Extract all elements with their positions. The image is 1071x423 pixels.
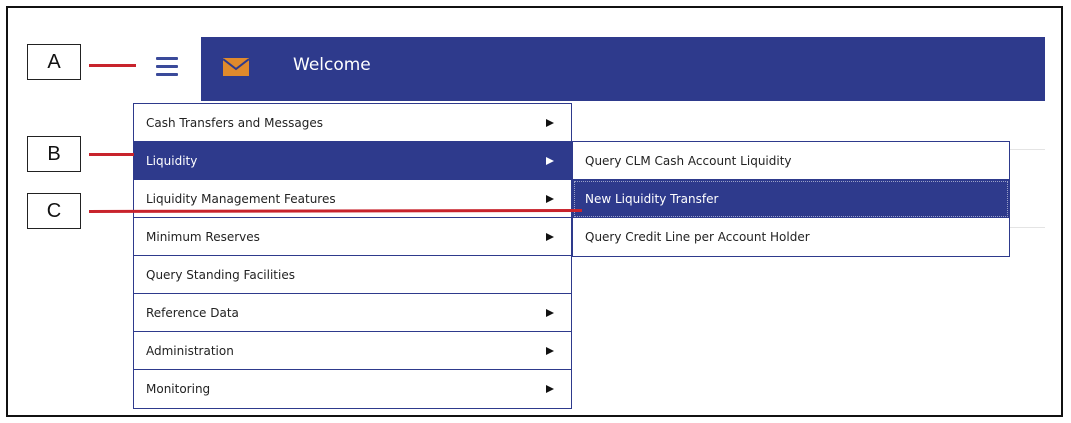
menu-item-label: Query Standing Facilities bbox=[146, 267, 295, 282]
callout-a: A bbox=[27, 44, 81, 80]
submenu-item-label: Query CLM Cash Account Liquidity bbox=[585, 153, 792, 168]
menu-item-label: Administration bbox=[146, 343, 234, 358]
submenu-arrow-icon bbox=[546, 118, 554, 127]
envelope-icon[interactable] bbox=[223, 56, 249, 78]
menu-item-label: Monitoring bbox=[146, 382, 211, 396]
submenu-item-label: Query Credit Line per Account Holder bbox=[585, 230, 810, 244]
menu-item-liquidity[interactable]: Liquidity bbox=[134, 142, 571, 180]
menu-item-label: Reference Data bbox=[146, 305, 239, 320]
liquidity-submenu: Query CLM Cash Account Liquidity New Liq… bbox=[572, 141, 1010, 257]
callout-b: B bbox=[27, 136, 81, 172]
menu-item-reference-data[interactable]: Reference Data bbox=[134, 294, 571, 332]
callout-a-pointer bbox=[89, 64, 136, 67]
menu-item-minimum-reserves[interactable]: Minimum Reserves bbox=[134, 218, 571, 256]
menu-item-label: Minimum Reserves bbox=[146, 229, 260, 244]
submenu-arrow-icon bbox=[546, 156, 554, 165]
submenu-item-new-liquidity-transfer[interactable]: New Liquidity Transfer bbox=[573, 180, 1009, 218]
submenu-arrow-icon bbox=[546, 194, 554, 203]
menu-item-monitoring[interactable]: Monitoring bbox=[134, 370, 571, 408]
callout-c: C bbox=[27, 193, 81, 229]
submenu-item-label: New Liquidity Transfer bbox=[585, 191, 719, 206]
menu-item-label: Liquidity bbox=[146, 153, 198, 168]
submenu-item-query-clm-liquidity[interactable]: Query CLM Cash Account Liquidity bbox=[573, 142, 1009, 180]
menu-item-cash-transfers[interactable]: Cash Transfers and Messages bbox=[134, 104, 571, 142]
page-title: Welcome bbox=[293, 55, 371, 75]
submenu-arrow-icon bbox=[546, 308, 554, 317]
menu-item-label: Cash Transfers and Messages bbox=[146, 115, 323, 130]
submenu-arrow-icon bbox=[546, 232, 554, 241]
submenu-arrow-icon bbox=[546, 346, 554, 355]
submenu-arrow-icon bbox=[546, 385, 554, 393]
menu-item-administration[interactable]: Administration bbox=[134, 332, 571, 370]
content-divider bbox=[1010, 149, 1045, 150]
hamburger-menu-icon[interactable] bbox=[156, 57, 178, 77]
callout-b-pointer bbox=[89, 153, 134, 156]
menu-item-standing-facilities[interactable]: Query Standing Facilities bbox=[134, 256, 571, 294]
submenu-item-query-credit-line[interactable]: Query Credit Line per Account Holder bbox=[573, 218, 1009, 256]
menu-item-label: Liquidity Management Features bbox=[146, 191, 336, 206]
header-bar: Welcome bbox=[201, 37, 1045, 101]
content-divider bbox=[1010, 227, 1045, 228]
main-menu: Cash Transfers and Messages Liquidity Li… bbox=[133, 103, 572, 409]
